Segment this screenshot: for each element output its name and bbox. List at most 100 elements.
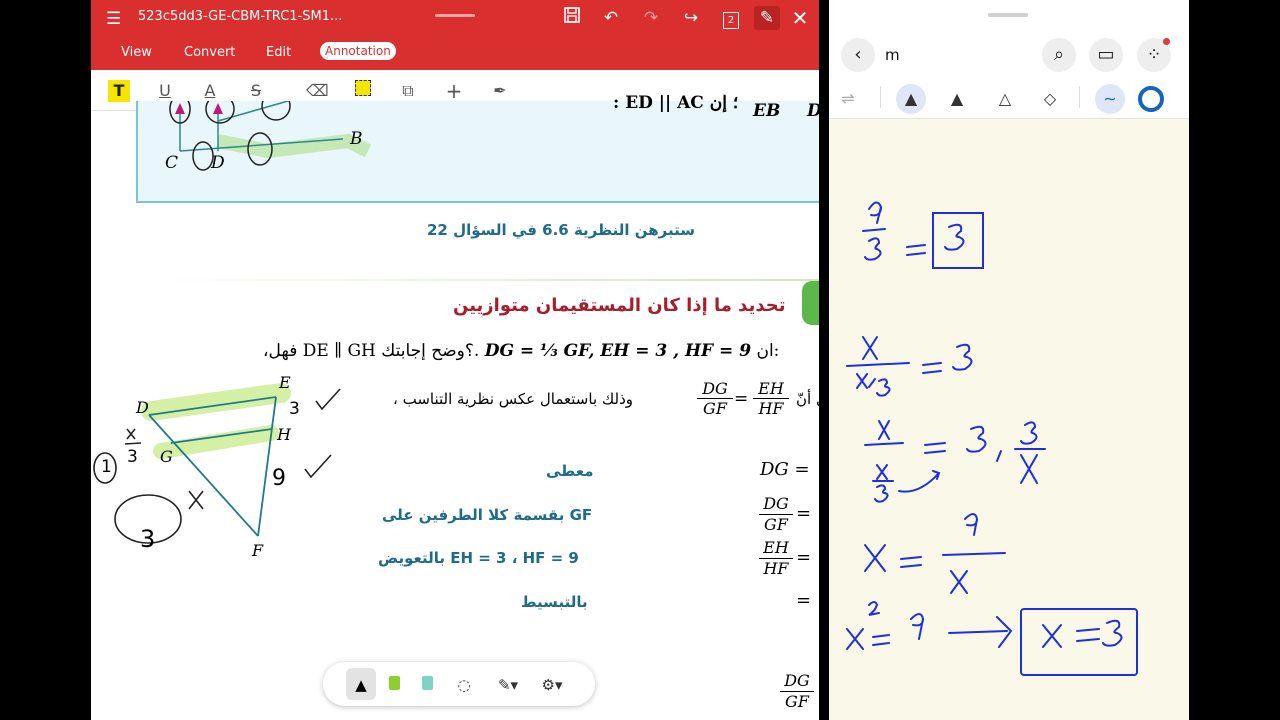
ratio-right: EH HF — [753, 379, 789, 418]
triangle-label-d: D — [136, 398, 149, 417]
black-pen-icon[interactable]: ▲ — [350, 674, 372, 696]
heading-rule — [151, 279, 819, 281]
section-heading: تحديد ما إذا كان المستقيمان متوازيين — [453, 295, 786, 316]
problem-givens: DG = ⅓ GF, EH = 3 , HF = 9 — [484, 341, 752, 361]
step-expr-2-den: GF — [759, 514, 793, 535]
figure-label-d: D — [211, 153, 225, 173]
step-expr-2-num: DG — [763, 494, 789, 513]
fine-pen-icon[interactable]: ▲ — [896, 84, 926, 114]
stroke-style-icon[interactable]: ∼ — [1095, 84, 1125, 114]
figure-label-c: C — [165, 153, 179, 173]
ratio-left: DG GF — [697, 379, 733, 418]
area-highlight-icon[interactable] — [352, 80, 374, 102]
highlighter-icon[interactable]: △ — [990, 84, 1020, 114]
share-icon[interactable]: ↪ — [678, 6, 704, 30]
drag-handle[interactable] — [988, 13, 1028, 17]
signature-icon[interactable]: ✒ — [489, 80, 511, 102]
step-expr-3: EH HF — [759, 538, 793, 579]
handwritten-1: 1 — [101, 457, 112, 477]
problem-prefix: ان: — [756, 341, 780, 361]
figure-label-b: B — [350, 129, 363, 149]
figure-caption: ستبرهن النظرية 6.6 في السؤال 22 — [427, 221, 695, 239]
triangle-figure — [93, 383, 341, 544]
eraser-icon[interactable]: ⌫ — [306, 80, 329, 102]
lasso-icon[interactable]: ◌ — [453, 674, 475, 696]
pen-options-icon[interactable]: ✎▾ — [497, 674, 519, 696]
figure-top-drawing — [169, 101, 372, 171]
figure-box: C D B : ED || AC ؛ إن EB D — [136, 93, 819, 203]
page-count: 2 — [723, 12, 739, 29]
toolbar-divider — [880, 86, 881, 108]
step-expr-3-num: EH — [763, 538, 789, 557]
text-color-icon[interactable]: A — [199, 80, 221, 102]
step-reason-1: معطى — [546, 462, 594, 480]
ratio-right-den: HF — [753, 398, 789, 418]
triangle-label-h: H — [277, 425, 291, 444]
pen-edit-icon[interactable]: ✎ — [754, 6, 780, 30]
settings-icon[interactable]: ⚙▾ — [541, 674, 563, 696]
reading-mode-icon[interactable]: ▭ — [1089, 38, 1123, 72]
bottom-fraction: DG GF — [780, 671, 814, 712]
document-page[interactable]: C D B : ED || AC ؛ إن EB D ستبرهن النظري… — [91, 93, 819, 720]
step-expr-4: = — [796, 590, 812, 611]
handwritten-9: 9 — [272, 466, 286, 491]
fraction-bottom-eb: EB — [753, 101, 781, 121]
step-expr-1: DG = — [760, 459, 810, 480]
step-equals-3: = — [796, 547, 812, 568]
highlight-text-icon[interactable]: T — [108, 80, 130, 102]
notes-canvas[interactable] — [829, 119, 1189, 720]
handwritten-x3-num: 3 — [127, 447, 138, 467]
menu-annotation[interactable]: Annotation — [320, 42, 396, 60]
search-icon[interactable]: ⌕ — [1042, 38, 1076, 72]
menu-icon[interactable]: ☰ — [106, 9, 121, 29]
notes-app: ‹ m ⌕ ▭ ⁘ ⇌ ▲ ▲ △ ◇ ∼ — [829, 0, 1189, 720]
teal-highlighter-icon[interactable] — [416, 674, 438, 696]
back-icon[interactable]: ‹ — [841, 38, 875, 72]
strikethrough-icon[interactable]: S — [245, 80, 267, 102]
step-equals-2: = — [796, 503, 812, 524]
menu-view[interactable]: View — [121, 45, 152, 60]
color-picker-icon[interactable] — [1138, 86, 1164, 112]
redo-icon[interactable]: ↷ — [638, 6, 664, 30]
notification-dot — [1163, 38, 1170, 45]
green-highlighter-icon[interactable] — [383, 674, 405, 696]
save-icon[interactable] — [559, 6, 585, 30]
close-icon[interactable]: ✕ — [787, 6, 813, 30]
marker-icon[interactable]: ▲ — [942, 84, 972, 114]
redo-stroke-icon[interactable]: ⇌ — [833, 84, 863, 114]
heading-tab — [802, 281, 819, 325]
undo-icon[interactable]: ↶ — [598, 6, 624, 30]
menu-annotation-label: Annotation — [325, 44, 391, 58]
problem-statement: ،فهل DE ∥ GH ؟وضح إجابتك. DG = ⅓ GF, EH … — [263, 341, 779, 361]
problem-line2-prefix: ل أنّ — [796, 390, 819, 408]
page-count-icon[interactable]: 2 — [718, 6, 744, 30]
add-icon[interactable]: + — [443, 80, 465, 102]
step-reason-2: بقسمة كلا الطرفين على GF — [382, 506, 593, 524]
eraser-icon[interactable]: ◇ — [1035, 84, 1065, 114]
pdf-reader-app: ☰ 523c5dd3-GE-CBM-TRC1-SM1... ↶ ↷ ↪ 2 ✎ … — [91, 0, 819, 720]
handwritten-circled-3: 3 — [140, 525, 156, 553]
bottom-fraction-den: GF — [780, 691, 814, 712]
step-expr-2: DG GF — [759, 494, 793, 535]
shapes-icon[interactable]: ⧉ — [397, 80, 419, 102]
underline-icon[interactable]: U — [154, 80, 176, 102]
handwritten-3: 3 — [289, 399, 300, 419]
fraction-bottom-d: D — [807, 101, 819, 121]
figure-equation-fragment: : ED || AC ؛ إن — [613, 93, 739, 113]
triangle-label-e: E — [279, 373, 291, 392]
ratio-right-num: EH — [758, 379, 784, 398]
top-bar: ☰ 523c5dd3-GE-CBM-TRC1-SM1... ↶ ↷ ↪ 2 ✎ … — [91, 0, 819, 70]
handwriting-drawing — [846, 201, 1138, 676]
step-expr-3-den: HF — [759, 558, 793, 579]
triangle-label-g: G — [160, 447, 173, 466]
notes-header: ‹ m ⌕ ▭ ⁘ ⇌ ▲ ▲ △ ◇ ∼ — [829, 0, 1189, 119]
drag-handle[interactable] — [435, 14, 475, 17]
note-title[interactable]: m — [885, 46, 900, 64]
step-reason-4: بالتبسيط — [521, 593, 588, 611]
toolbar-divider — [1079, 86, 1080, 108]
menu-edit[interactable]: Edit — [266, 45, 291, 60]
ratio-equals: = — [734, 389, 749, 409]
triangle-label-f: F — [252, 541, 264, 560]
menu-convert[interactable]: Convert — [184, 45, 235, 60]
document-title[interactable]: 523c5dd3-GE-CBM-TRC1-SM1... — [138, 9, 342, 24]
